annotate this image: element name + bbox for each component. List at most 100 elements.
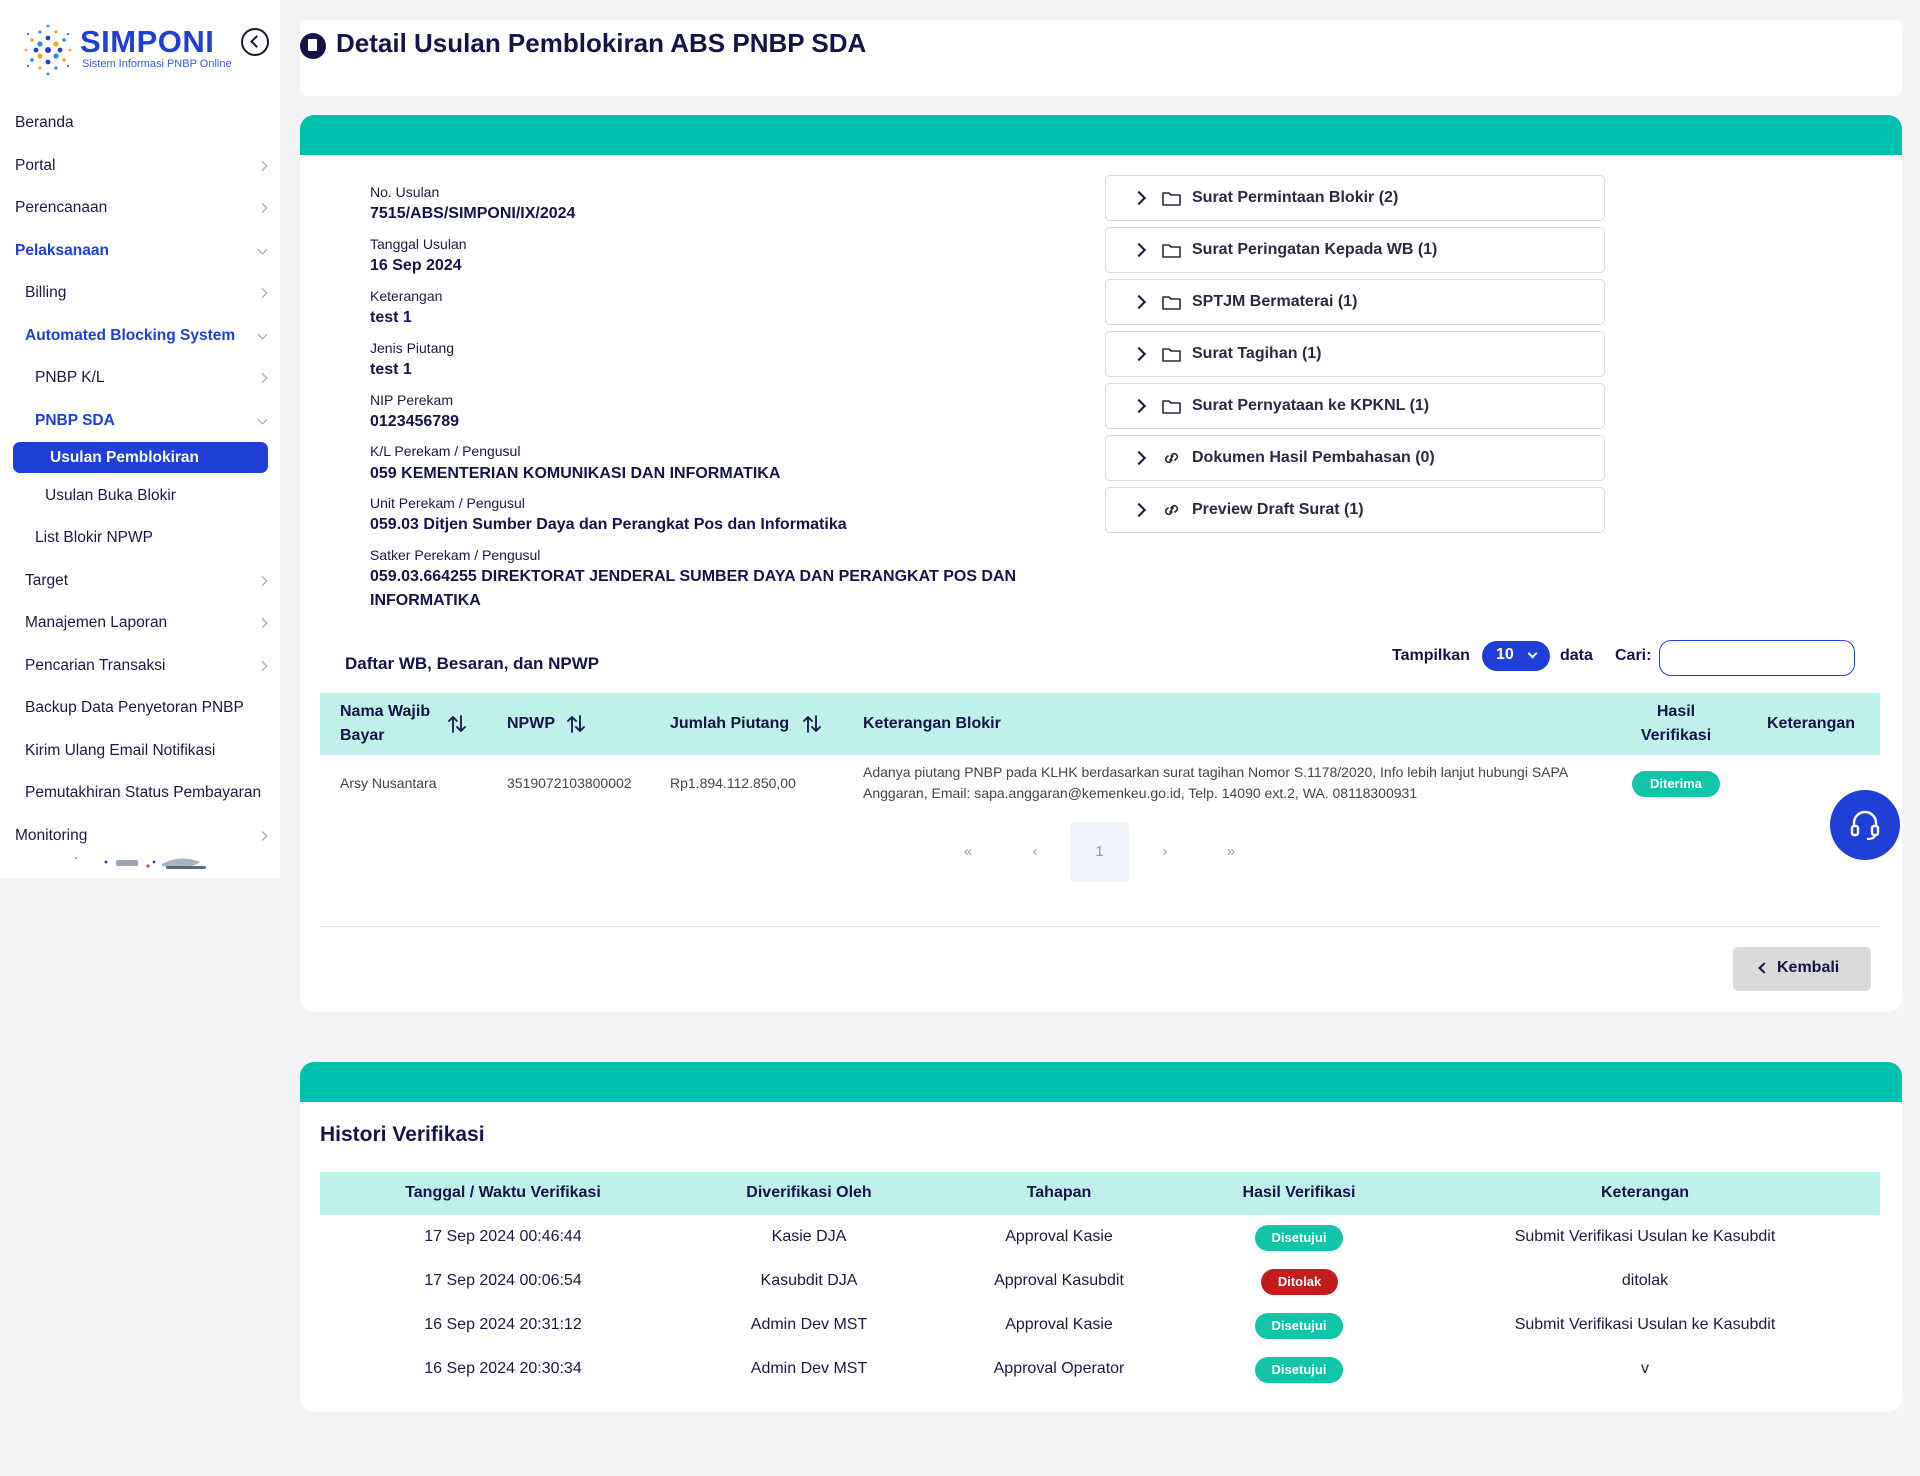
sidebar-item-label: Manajemen Laporan xyxy=(25,614,168,631)
sidebar-item-usulan-buka-blokir[interactable]: Usulan Buka Blokir xyxy=(0,476,280,516)
cell-tahapan: Approval Operator xyxy=(993,1360,1125,1377)
sidebar-item-pemutakhiran-status[interactable]: Pemutakhiran Status Pembayaran xyxy=(0,773,280,813)
decorative-illustration xyxy=(74,856,206,869)
column-header-tahapan: Tahapan xyxy=(1026,1184,1092,1201)
sidebar-item-pelaksanaan[interactable]: Pelaksanaan xyxy=(0,231,280,271)
chevron-right-icon xyxy=(257,203,268,213)
logo-subtitle: Sistem Informasi PNBP Online xyxy=(82,58,232,70)
pagination-prev[interactable]: ‹ xyxy=(1025,843,1045,860)
sidebar-item-manajemen-laporan[interactable]: Manajemen Laporan xyxy=(0,603,280,643)
document-icon xyxy=(300,33,326,59)
field-label-satker-perekam: Satker Perekam / Pengusul xyxy=(370,547,541,563)
sidebar-item-label: PNBP SDA xyxy=(35,412,115,429)
sidebar-item-label: Billing xyxy=(25,284,67,301)
document-accordion-surat-pernyataan-kpknl[interactable]: Surat Pernyataan ke KPKNL (1) xyxy=(1105,383,1605,429)
document-accordion-surat-tagihan[interactable]: Surat Tagihan (1) xyxy=(1105,331,1605,377)
sort-icon[interactable] xyxy=(802,714,822,734)
cell-oleh: Admin Dev MST xyxy=(750,1316,868,1333)
chevron-down-icon xyxy=(257,414,268,425)
sidebar-item-label: Perencanaan xyxy=(15,199,108,216)
sidebar-item-portal[interactable]: Portal xyxy=(0,146,280,186)
chevron-right-icon xyxy=(257,831,268,841)
pagination-last[interactable]: » xyxy=(1221,843,1241,860)
field-label-nip-perekam: NIP Perekam xyxy=(370,392,453,408)
sidebar-item-label: Usulan Buka Blokir xyxy=(45,487,176,504)
status-badge: Diterima xyxy=(1632,771,1720,797)
page-title: Detail Usulan Pemblokiran ABS PNBP SDA xyxy=(336,28,867,58)
sidebar-item-label: Pencarian Transaksi xyxy=(25,657,166,674)
chevron-right-icon xyxy=(1131,190,1147,206)
sidebar-item-target[interactable]: Target xyxy=(0,561,280,601)
field-label-tanggal-usulan: Tanggal Usulan xyxy=(370,236,467,252)
pagination-page-1[interactable]: 1 xyxy=(1070,822,1129,882)
field-value-no-usulan: 7515/ABS/SIMPONI/IX/2024 xyxy=(370,205,576,222)
link-icon xyxy=(1164,452,1179,464)
sort-icon[interactable] xyxy=(566,714,586,734)
sidebar-item-monitoring[interactable]: Monitoring xyxy=(0,816,280,856)
cell-tahapan: Approval Kasubdit xyxy=(994,1272,1124,1289)
folder-icon xyxy=(1162,244,1181,258)
document-accordion-dokumen-hasil-pembahasan[interactable]: Dokumen Hasil Pembahasan (0) xyxy=(1105,435,1605,481)
sidebar-item-pencarian-transaksi[interactable]: Pencarian Transaksi xyxy=(0,646,280,686)
sidebar-item-usulan-pemblokiran[interactable]: Usulan Pemblokiran xyxy=(13,442,268,473)
cell-keterangan: Submit Verifikasi Usulan ke Kasubdit xyxy=(1514,1316,1776,1333)
cell-tahapan: Approval Kasie xyxy=(1005,1316,1113,1333)
chevron-down-icon xyxy=(1527,648,1538,659)
sidebar-item-pnbp-kl[interactable]: PNBP K/L xyxy=(0,358,280,398)
chevron-right-icon xyxy=(257,576,268,586)
sidebar-item-perencanaan[interactable]: Perencanaan xyxy=(0,188,280,228)
chevron-right-icon xyxy=(1131,450,1147,466)
folder-icon xyxy=(1162,348,1181,362)
logo[interactable]: SIMPONI Sistem Informasi PNBP Online xyxy=(18,16,268,80)
history-title: Histori Verifikasi xyxy=(320,1123,485,1146)
column-header-keterangan: Keterangan xyxy=(1767,715,1856,732)
sidebar-item-automated-blocking-system[interactable]: Automated Blocking System xyxy=(0,316,280,356)
field-value-tanggal-usulan: 16 Sep 2024 xyxy=(370,257,462,274)
search-input[interactable] xyxy=(1659,640,1855,676)
cell-keterangan: ditolak xyxy=(1621,1272,1669,1289)
sidebar-item-pnbp-sda[interactable]: PNBP SDA xyxy=(0,401,280,441)
column-header-npwp[interactable]: NPWP xyxy=(507,712,555,736)
show-entries-label: Tampilkan xyxy=(1392,647,1470,664)
field-value-keterangan: test 1 xyxy=(370,309,412,326)
back-button[interactable]: Kembali xyxy=(1733,947,1871,991)
sidebar-item-beranda[interactable]: Beranda xyxy=(0,103,280,143)
chevron-right-icon xyxy=(1131,294,1147,310)
sidebar-item-backup-data[interactable]: Backup Data Penyetoran PNBP xyxy=(0,688,280,728)
document-label: Preview Draft Surat (1) xyxy=(1192,501,1364,518)
sidebar-item-kirim-ulang-email[interactable]: Kirim Ulang Email Notifikasi xyxy=(0,731,280,771)
sidebar-item-label: Pelaksanaan xyxy=(15,242,109,259)
field-label-jenis-piutang: Jenis Piutang xyxy=(370,340,455,356)
column-header-keterangan: Keterangan xyxy=(1600,1184,1690,1201)
document-accordion-surat-permintaan-blokir[interactable]: Surat Permintaan Blokir (2) xyxy=(1105,175,1605,221)
column-header-tanggal: Tanggal / Waktu Verifikasi xyxy=(405,1184,601,1201)
pagination-next[interactable]: › xyxy=(1155,843,1175,860)
document-accordion-sptjm[interactable]: SPTJM Bermaterai (1) xyxy=(1105,279,1605,325)
sidebar-item-label: Kirim Ulang Email Notifikasi xyxy=(25,742,216,759)
back-button-label: Kembali xyxy=(1777,959,1840,976)
sort-icon[interactable] xyxy=(447,714,467,734)
show-entries-select[interactable]: 10 xyxy=(1482,641,1550,671)
simponi-logo-icon xyxy=(24,24,72,76)
document-label: Surat Tagihan (1) xyxy=(1192,345,1322,362)
document-accordion-surat-peringatan[interactable]: Surat Peringatan Kepada WB (1) xyxy=(1105,227,1605,273)
link-icon xyxy=(1164,504,1179,516)
document-accordion-preview-draft-surat[interactable]: Preview Draft Surat (1) xyxy=(1105,487,1605,533)
column-header-nama-line2[interactable]: Bayar xyxy=(340,724,384,748)
cell-oleh: Admin Dev MST xyxy=(750,1360,868,1377)
chevron-right-icon xyxy=(1131,242,1147,258)
chevron-right-icon xyxy=(257,161,268,171)
sidebar-item-label: Backup Data Penyetoran PNBP xyxy=(25,699,244,716)
folder-icon xyxy=(1162,296,1181,310)
field-value-jenis-piutang: test 1 xyxy=(370,361,412,378)
pagination-first[interactable]: « xyxy=(958,843,978,860)
sidebar-item-label: Target xyxy=(25,572,69,589)
column-header-jumlah-piutang[interactable]: Jumlah Piutang xyxy=(670,712,789,736)
column-header-nama-line1[interactable]: Nama Wajib xyxy=(340,700,430,724)
sidebar-item-billing[interactable]: Billing xyxy=(0,273,280,313)
sidebar-item-list-blokir-npwp[interactable]: List Blokir NPWP xyxy=(0,518,280,558)
status-badge: Disetujui xyxy=(1255,1357,1343,1383)
cell-npwp: 3519072103800002 xyxy=(507,775,632,791)
help-chat-button[interactable] xyxy=(1830,790,1900,860)
collapse-sidebar-icon[interactable] xyxy=(241,28,269,56)
